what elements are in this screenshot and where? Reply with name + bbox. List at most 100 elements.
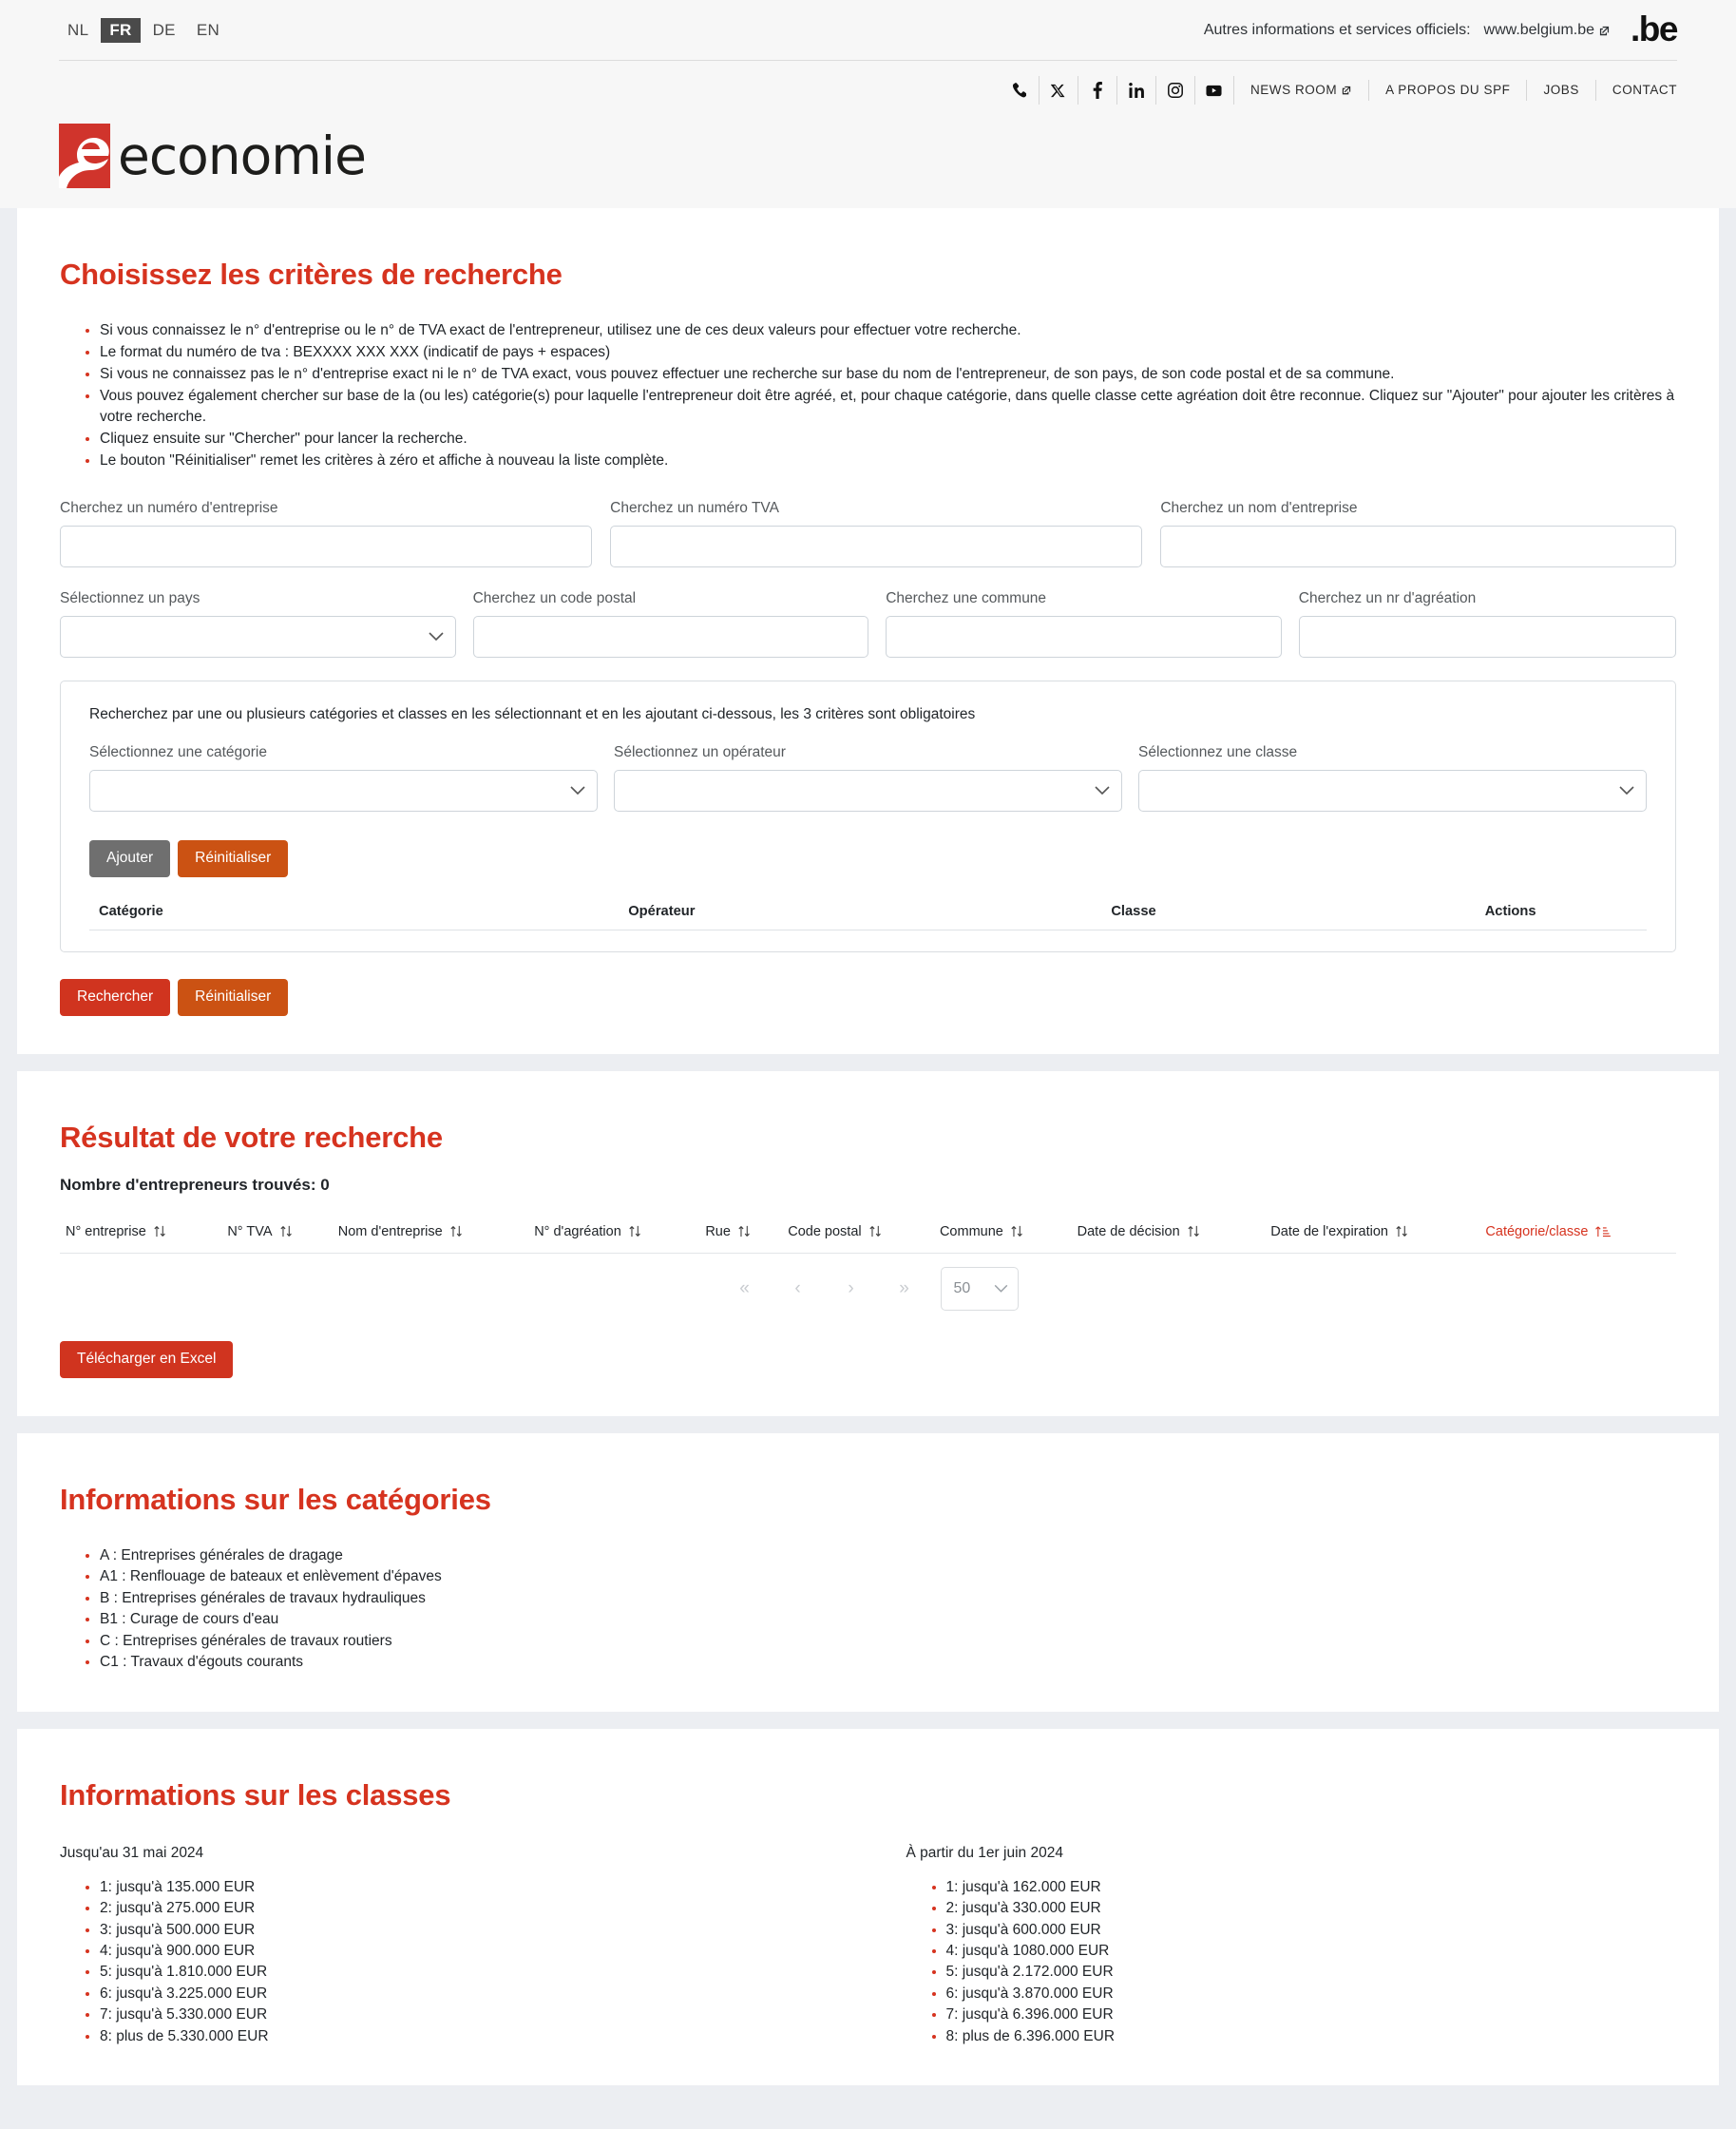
- results-title: Résultat de votre recherche: [60, 1120, 443, 1154]
- categories-info-list: A : Entreprises générales de dragageA1 :…: [60, 1545, 1676, 1674]
- classes-left-subtitle: Jusqu'au 31 mai 2024: [60, 1844, 204, 1861]
- results-col-header[interactable]: Date de décision: [1071, 1213, 1266, 1254]
- nav-link-news-room[interactable]: NEWS ROOM: [1234, 80, 1370, 101]
- search-hint-item: Vous pouvez également chercher sur base …: [100, 386, 1676, 428]
- language-option-nl[interactable]: NL: [59, 18, 97, 43]
- external-link-icon: [1599, 26, 1610, 36]
- sort-toggle-icon[interactable]: [628, 1223, 642, 1238]
- download-row: Télécharger en Excel: [60, 1340, 1676, 1378]
- results-table: N° entreprise N° TVA Nom d'entreprise N° d'…: [60, 1213, 1676, 1254]
- results-col-header[interactable]: N° entreprise: [60, 1213, 222, 1254]
- sort-toggle-icon[interactable]: [868, 1223, 883, 1238]
- sort-toggle-icon[interactable]: [449, 1223, 464, 1238]
- search-button[interactable]: Rechercher: [60, 978, 171, 1016]
- label-enterprise-name: Cherchez un nom d'entreprise: [1160, 500, 1358, 516]
- sort-toggle-icon[interactable]: [279, 1223, 294, 1238]
- facebook-icon[interactable]: [1078, 76, 1117, 105]
- operator-select-wrap: [614, 770, 1122, 812]
- language-bar: NL FR DE EN Autres informations et services…: [0, 0, 1736, 61]
- country-select[interactable]: [60, 616, 456, 658]
- category-select-wrap: [89, 770, 598, 812]
- download-excel-button[interactable]: Télécharger en Excel: [60, 1340, 234, 1378]
- x-twitter-icon[interactable]: [1040, 76, 1078, 105]
- list-item: A : Entreprises générales de dragage: [100, 1545, 1676, 1566]
- reset-criteria-button[interactable]: Réinitialiser: [178, 840, 289, 877]
- categories-info-card: Informations sur les catégories A : Entr…: [17, 1432, 1719, 1712]
- field-category: Sélectionnez une catégorie: [89, 744, 598, 812]
- results-col-header[interactable]: Catégorie/classe: [1479, 1213, 1676, 1254]
- criteria-col-operator: Opérateur: [619, 897, 1102, 930]
- nav-link-about-spf[interactable]: A PROPOS DU SPF: [1369, 80, 1528, 101]
- results-col-header[interactable]: Nom d'entreprise: [332, 1213, 529, 1254]
- results-col-header[interactable]: N° TVA: [221, 1213, 333, 1254]
- language-option-de[interactable]: DE: [144, 18, 184, 43]
- criteria-col-class: Classe: [1101, 897, 1476, 930]
- pagination-next-button[interactable]: ›: [825, 1271, 878, 1307]
- site-header: NEWS ROOM A PROPOS DU SPF JOBS CONTACT e…: [0, 61, 1736, 208]
- criteria-col-category: Catégorie: [89, 897, 620, 930]
- list-item: 3: jusqu'à 500.000 EUR: [100, 1920, 868, 1941]
- field-country: Sélectionnez un pays: [60, 590, 456, 658]
- category-select[interactable]: [89, 770, 598, 812]
- list-item: 7: jusqu'à 6.396.000 EUR: [946, 2004, 1677, 2025]
- form-row-1: Cherchez un numéro d'entreprise Cherchez…: [60, 500, 1676, 567]
- language-option-en[interactable]: EN: [188, 18, 228, 43]
- phone-icon[interactable]: [1001, 76, 1040, 105]
- pagination-first-button[interactable]: «: [718, 1271, 772, 1307]
- list-item: 2: jusqu'à 275.000 EUR: [100, 1898, 868, 1919]
- enterprise-name-input[interactable]: [1160, 526, 1676, 567]
- add-criteria-button[interactable]: Ajouter: [89, 840, 171, 877]
- class-select-wrap: [1138, 770, 1647, 812]
- results-col-label: Code postal: [788, 1223, 862, 1239]
- vat-number-input[interactable]: [610, 526, 1143, 567]
- pagination-prev-button[interactable]: ‹: [772, 1271, 825, 1307]
- language-option-fr[interactable]: FR: [101, 18, 141, 43]
- economie-logo-mark: [59, 124, 110, 188]
- sort-toggle-icon[interactable]: [1010, 1223, 1024, 1238]
- results-col-header[interactable]: N° d'agréation: [528, 1213, 700, 1254]
- operator-select[interactable]: [614, 770, 1122, 812]
- list-item: A1 : Renflouage de bateaux et enlèvement…: [100, 1566, 1676, 1587]
- results-card: Résultat de votre recherche Nombre d'ent…: [17, 1070, 1719, 1416]
- results-count: Nombre d'entrepreneurs trouvés: 0: [60, 1175, 330, 1194]
- list-item: 6: jusqu'à 3.225.000 EUR: [100, 1984, 868, 2004]
- results-col-header[interactable]: Code postal: [782, 1213, 934, 1254]
- results-col-label: N° d'agréation: [534, 1223, 621, 1239]
- official-info-label: Autres informations et services officiel…: [1203, 22, 1471, 38]
- nav-link-contact[interactable]: CONTACT: [1596, 80, 1677, 101]
- enterprise-number-input[interactable]: [60, 526, 593, 567]
- form-row-2: Sélectionnez un pays Cherchez un code po…: [60, 590, 1676, 658]
- results-col-header[interactable]: Commune: [933, 1213, 1072, 1254]
- reset-search-button[interactable]: Réinitialiser: [178, 978, 289, 1016]
- label-commune: Cherchez une commune: [886, 590, 1047, 606]
- results-col-header[interactable]: Date de l'expiration: [1265, 1213, 1480, 1254]
- site-logo[interactable]: economie: [59, 120, 1677, 188]
- approval-number-input[interactable]: [1298, 616, 1676, 658]
- sort-toggle-icon[interactable]: [1395, 1223, 1409, 1238]
- list-item: 1: jusqu'à 135.000 EUR: [100, 1877, 868, 1898]
- belgium-be-link[interactable]: www.belgium.be: [1484, 22, 1611, 39]
- sort-ascending-icon[interactable]: [1594, 1223, 1612, 1238]
- linkedin-icon[interactable]: [1117, 76, 1156, 105]
- belgium-be-label: www.belgium.be: [1483, 22, 1595, 38]
- pagination-last-button[interactable]: »: [878, 1271, 931, 1307]
- class-select[interactable]: [1138, 770, 1647, 812]
- label-approval-number: Cherchez un nr d'agréation: [1298, 590, 1477, 606]
- youtube-icon[interactable]: [1195, 76, 1234, 105]
- instagram-icon[interactable]: [1156, 76, 1195, 105]
- label-class: Sélectionnez une classe: [1138, 744, 1298, 760]
- sort-toggle-icon[interactable]: [737, 1223, 752, 1238]
- official-info: Autres informations et services officiel…: [1203, 11, 1679, 48]
- postal-code-input[interactable]: [472, 616, 869, 658]
- nav-link-jobs[interactable]: JOBS: [1527, 80, 1596, 101]
- results-col-header[interactable]: Rue: [699, 1213, 783, 1254]
- results-col-label: Date de l'expiration: [1270, 1223, 1388, 1239]
- classes-right-list: 1: jusqu'à 162.000 EUR2: jusqu'à 330.000…: [906, 1877, 1677, 2048]
- sort-toggle-icon[interactable]: [153, 1223, 167, 1238]
- page-size-select[interactable]: 102550100: [940, 1266, 1019, 1311]
- sort-toggle-icon[interactable]: [1187, 1223, 1201, 1238]
- commune-input[interactable]: [886, 616, 1282, 658]
- category-action-buttons: Ajouter Réinitialiser: [89, 840, 1647, 877]
- field-enterprise-name: Cherchez un nom d'entreprise: [1160, 500, 1676, 567]
- criteria-table-header-row: Catégorie Opérateur Classe Actions: [89, 897, 1647, 930]
